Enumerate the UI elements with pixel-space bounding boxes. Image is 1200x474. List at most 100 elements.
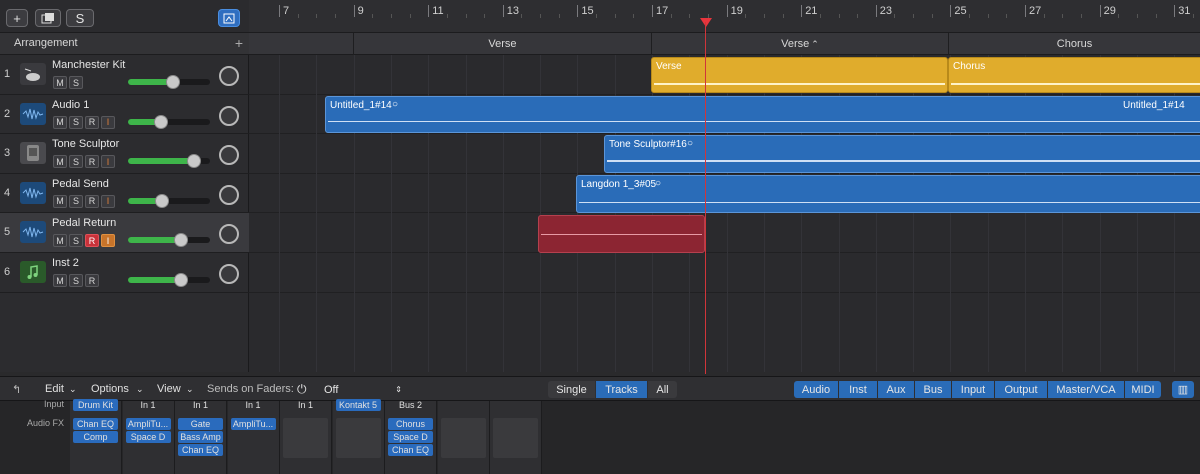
pan-knob[interactable] [219, 224, 239, 245]
audio-fx-slot[interactable]: Comp [73, 431, 118, 443]
volume-fader[interactable] [128, 75, 210, 89]
region-drum-chorus[interactable]: Chorus [948, 57, 1200, 93]
record-enable-button[interactable]: R [85, 194, 99, 208]
fader-knob[interactable] [186, 154, 201, 169]
view-menu[interactable]: View [157, 383, 181, 395]
track-header-3[interactable]: 3 Tone Sculptor M S R I [0, 134, 249, 174]
input-slot[interactable]: In 1 [231, 399, 276, 411]
mixer-layout-icon[interactable]: ▥ [1172, 381, 1194, 398]
region-tone-sculptor[interactable]: Tone Sculptor#16 ○ [604, 135, 1200, 173]
volume-fader[interactable] [128, 193, 210, 208]
channel-strip[interactable]: In 1 AmpliTu... Space D [122, 399, 175, 474]
audio-fx-slot[interactable]: Gate [178, 418, 223, 430]
pan-knob[interactable] [219, 66, 239, 86]
solo-button[interactable]: S [69, 274, 83, 287]
channel-strip[interactable]: In 1 Gate Bass Amp Chan EQ [175, 399, 227, 474]
audio-fx-slot[interactable]: Chorus [388, 418, 433, 430]
input-slot[interactable]: In 1 [178, 399, 223, 411]
fader-knob[interactable] [153, 114, 168, 129]
pan-knob[interactable] [219, 105, 239, 126]
filter-aux-button[interactable]: Aux [878, 381, 914, 398]
region-pedal-return[interactable] [538, 215, 705, 253]
track-header-5[interactable]: 5 Pedal Return M S R I [0, 213, 249, 253]
channel-strip[interactable]: Kontakt 5 [332, 399, 385, 474]
filter-bus-button[interactable]: Bus [915, 381, 951, 398]
playhead[interactable] [705, 22, 706, 374]
audio-fx-slot[interactable]: Chan EQ [73, 418, 118, 430]
mute-button[interactable]: M [53, 115, 67, 129]
channel-strip[interactable]: In 1 [280, 400, 332, 474]
pan-knob[interactable] [219, 184, 239, 205]
edit-menu[interactable]: Edit [45, 383, 64, 395]
input-monitor-button[interactable]: I [101, 194, 115, 208]
channel-strip[interactable]: In 1 AmpliTu... [227, 399, 280, 474]
view-tracks-button[interactable]: Tracks [596, 381, 647, 398]
audio-fx-slot[interactable]: Chan EQ [388, 444, 433, 456]
region-langdon[interactable]: Langdon 1_3#05 ○ [576, 175, 1200, 213]
input-monitor-button[interactable]: I [101, 155, 115, 169]
fader-knob[interactable] [155, 193, 170, 208]
audio-fx-slot[interactable]: Bass Amp [178, 431, 223, 443]
solo-button[interactable]: S [69, 234, 83, 248]
channel-strip[interactable] [490, 401, 542, 474]
record-enable-button[interactable]: R [85, 234, 99, 248]
bar-ruler[interactable]: 7 9 11 13 15 17 19 21 23 25 27 29 31 [249, 0, 1200, 33]
catch-playhead-button[interactable] [218, 9, 240, 27]
solo-button[interactable]: S [69, 155, 83, 169]
track-header-6[interactable]: 6 Inst 2 MSR [0, 253, 249, 293]
mute-button[interactable]: M [53, 234, 67, 248]
options-menu[interactable]: Options [91, 383, 129, 395]
back-arrow-icon[interactable]: ↰ [12, 383, 21, 396]
track-name[interactable]: Manchester Kit [52, 59, 125, 71]
audio-fx-slot[interactable]: Space D [125, 431, 171, 443]
fader-knob[interactable] [174, 273, 189, 287]
input-slot[interactable]: Bus 2 [388, 399, 433, 411]
audio-fx-slot[interactable]: Space D [388, 431, 433, 443]
volume-fader[interactable] [128, 273, 210, 287]
track-header-4[interactable]: 4 Pedal Send M S R I [0, 174, 249, 214]
empty-fx-slot[interactable] [493, 418, 538, 458]
marker-verse-2[interactable]: Verse ⌃ [651, 33, 948, 55]
channel-strip[interactable]: Bus 2 Chorus Space D Chan EQ [385, 399, 437, 474]
audio-fx-slot[interactable]: AmpliTu... [230, 418, 276, 430]
fader-knob[interactable] [174, 233, 189, 248]
track-name[interactable]: Pedal Return [52, 217, 116, 229]
filter-master-vca-button[interactable]: Master/VCA [1048, 381, 1124, 398]
pan-knob[interactable] [219, 264, 239, 284]
record-enable-button[interactable]: R [85, 274, 99, 287]
track-name[interactable]: Audio 1 [52, 99, 89, 111]
region-drum-verse[interactable]: Verse [651, 57, 948, 93]
view-single-button[interactable]: Single [548, 381, 595, 398]
empty-fx-slot[interactable] [335, 418, 381, 458]
input-slot[interactable]: Kontakt 5 [335, 399, 381, 411]
channel-strip[interactable] [437, 399, 490, 474]
fader-knob[interactable] [166, 75, 181, 89]
record-enable-button[interactable]: R [85, 155, 99, 169]
track-name[interactable]: Inst 2 [52, 257, 79, 269]
filter-audio-button[interactable]: Audio [794, 381, 838, 398]
volume-fader[interactable] [128, 233, 210, 248]
track-header-1[interactable]: 1 Manchester Kit M S [0, 55, 249, 95]
input-slot[interactable]: In 1 [126, 399, 171, 411]
add-marker-button[interactable]: + [235, 35, 243, 51]
filter-input-button[interactable]: Input [952, 381, 994, 398]
empty-fx-slot[interactable] [440, 418, 486, 458]
playhead-marker-icon[interactable] [700, 18, 712, 27]
input-monitor-button[interactable]: I [101, 115, 115, 129]
region-audio1[interactable]: Untitled_1#14 ○ Untitled_1#14 [325, 96, 1200, 133]
filter-output-button[interactable]: Output [995, 381, 1047, 398]
input-slot[interactable]: Drum Kit [73, 399, 118, 411]
track-name[interactable]: Pedal Send [52, 178, 109, 190]
solo-button[interactable]: S [69, 194, 83, 208]
sends-select[interactable]: Off ⇕ [314, 381, 408, 398]
mute-button[interactable]: M [53, 155, 67, 169]
filter-inst-button[interactable]: Inst [839, 381, 877, 398]
marker-verse-1[interactable]: Verse [353, 33, 651, 55]
mute-button[interactable]: M [53, 194, 67, 208]
mute-button[interactable]: M [53, 274, 67, 287]
duplicate-track-button[interactable] [35, 9, 61, 27]
input-slot[interactable] [441, 399, 486, 411]
power-icon[interactable]: ⏻ [297, 382, 307, 397]
tracks-area[interactable]: Verse Chorus Untitled_1#14 ○ Untitled_1#… [249, 55, 1200, 372]
global-tracks-button[interactable]: S [66, 9, 94, 27]
